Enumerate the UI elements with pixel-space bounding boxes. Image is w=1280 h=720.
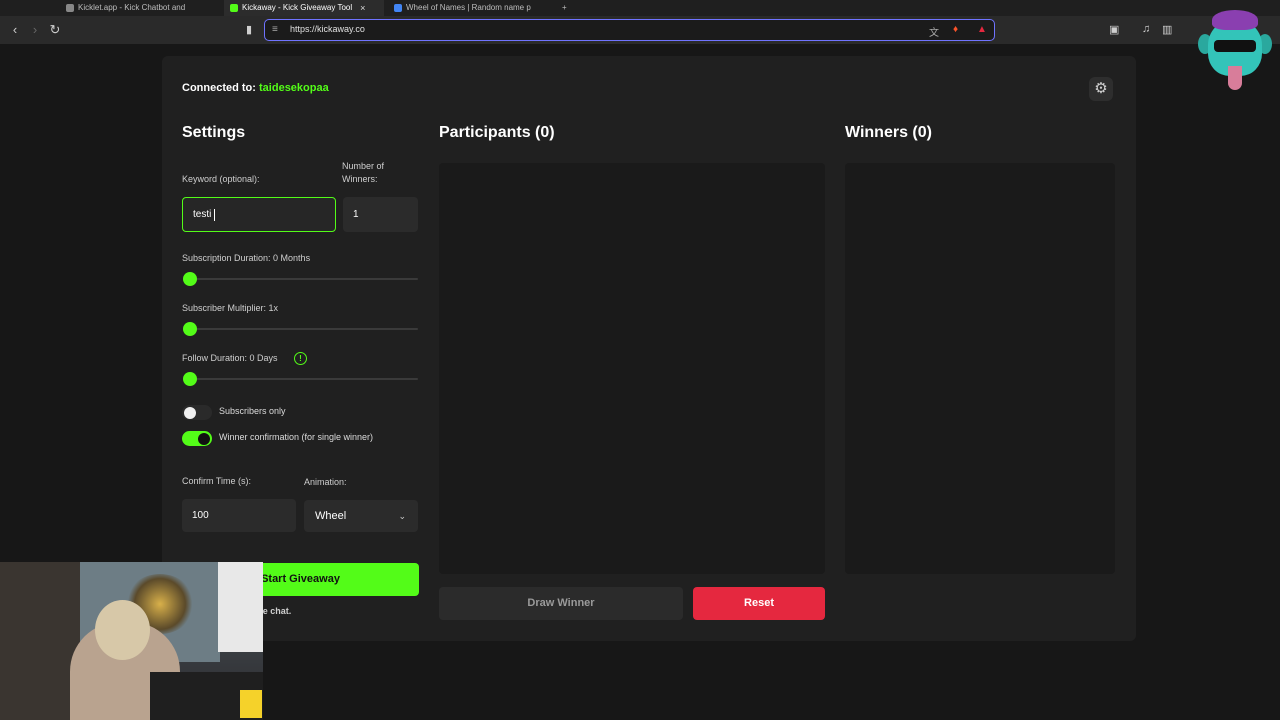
tab-label: Kicklet.app - Kick Chatbot and	[78, 3, 186, 12]
confirm-time-label: Confirm Time (s):	[182, 476, 252, 486]
keyword-label: Keyword (optional):	[182, 174, 260, 184]
follow-duration-slider[interactable]	[183, 372, 418, 386]
kickaway-favicon-icon	[230, 4, 238, 12]
toggle-knob	[198, 432, 210, 445]
wheel-favicon-icon	[394, 4, 402, 12]
tab-label: Wheel of Names | Random name p	[406, 3, 531, 12]
slider-handle[interactable]	[183, 272, 197, 286]
sub-multiplier-label: Subscriber Multiplier: 1x	[182, 303, 279, 313]
keyword-value: testi	[193, 209, 212, 220]
num-winners-value: 1	[353, 209, 359, 220]
slider-handle[interactable]	[183, 322, 197, 336]
winner-confirmation-toggle[interactable]	[182, 431, 212, 446]
tab-wheel-of-names[interactable]: Wheel of Names | Random name p	[388, 0, 548, 16]
connected-label: Connected to:	[182, 82, 256, 94]
settings-title: Settings	[182, 124, 246, 141]
address-bar[interactable]: ≡ https://kickaway.co 文 ♦ ▲	[264, 19, 995, 41]
webcam-window	[218, 562, 263, 652]
brave-shield-icon[interactable]: ♦	[953, 24, 958, 35]
reload-icon[interactable]: ↻	[46, 21, 64, 39]
translate-icon[interactable]: 文	[929, 24, 939, 39]
browser-tab-strip: Kicklet.app - Kick Chatbot and Kickaway …	[0, 0, 1280, 16]
animation-label: Animation:	[304, 477, 347, 487]
tab-kicklet[interactable]: Kicklet.app - Kick Chatbot and	[60, 0, 220, 16]
sidebar-icon[interactable]: ▥	[1162, 23, 1172, 36]
brave-rewards-icon[interactable]: ▲	[977, 24, 987, 35]
bookmark-icon[interactable]: ▮	[240, 21, 258, 39]
media-icon[interactable]: ♫	[1142, 23, 1150, 35]
confirm-time-input[interactable]: 100	[182, 499, 296, 532]
tab-kickaway[interactable]: Kickaway - Kick Giveaway Tool ×	[224, 0, 384, 16]
subscribers-only-toggle[interactable]	[182, 405, 212, 420]
avatar-brain	[1212, 10, 1258, 30]
connected-user: taidesekopaa	[259, 82, 329, 94]
streamer-hair	[95, 600, 150, 660]
kicklet-favicon-icon	[66, 4, 74, 12]
avatar-tongue	[1228, 66, 1242, 90]
participants-list[interactable]	[439, 163, 825, 574]
winner-confirmation-label: Winner confirmation (for single winner)	[219, 432, 374, 442]
avatar-glasses	[1214, 40, 1256, 52]
site-info-icon[interactable]: ≡	[272, 24, 278, 35]
animation-value: Wheel	[315, 510, 347, 522]
keyword-input[interactable]: testi	[182, 197, 336, 232]
gear-icon[interactable]: ⚙	[1089, 77, 1113, 101]
slider-handle[interactable]	[183, 372, 197, 386]
num-winners-input[interactable]: 1	[343, 197, 418, 232]
sub-duration-slider[interactable]	[183, 272, 418, 286]
browser-toolbar: ‹ › ↻ ▮ ≡ https://kickaway.co 文 ♦ ▲ ▣ ♫ …	[0, 16, 1280, 44]
tab-label: Kickaway - Kick Giveaway Tool	[242, 3, 353, 12]
back-icon[interactable]: ‹	[6, 21, 24, 39]
participants-title: Participants (0)	[439, 124, 555, 141]
num-winners-label: Number of Winners:	[342, 161, 385, 184]
sub-duration-label: Subscription Duration: 0 Months	[182, 253, 311, 263]
reset-button[interactable]: Reset	[693, 587, 825, 620]
webcam-overlay	[0, 562, 263, 720]
follow-duration-label: Follow Duration: 0 Days	[182, 353, 278, 363]
draw-winner-button[interactable]: Draw Winner	[439, 587, 683, 620]
toggle-knob	[184, 406, 196, 419]
url-text[interactable]: https://kickaway.co	[290, 24, 365, 34]
new-tab-button[interactable]: +	[556, 0, 574, 16]
info-icon[interactable]: !	[294, 352, 307, 365]
animation-select[interactable]: Wheel ⌄	[304, 500, 418, 532]
winners-list[interactable]	[845, 163, 1115, 574]
yellow-object	[240, 690, 262, 718]
close-tab-icon[interactable]: ×	[360, 1, 365, 15]
forward-icon[interactable]: ›	[26, 21, 44, 39]
connection-status: Connected to: taidesekopaa	[182, 82, 329, 94]
sub-multiplier-slider[interactable]	[183, 322, 418, 336]
extensions-icon[interactable]: ▣	[1109, 23, 1119, 36]
confirm-time-value: 100	[192, 510, 209, 521]
chevron-down-icon: ⌄	[398, 511, 406, 521]
winners-title: Winners (0)	[845, 124, 932, 141]
webcam-shelf	[0, 562, 80, 720]
streamer-avatar	[1198, 10, 1272, 92]
subscribers-only-label: Subscribers only	[219, 406, 286, 416]
text-caret	[214, 208, 216, 221]
